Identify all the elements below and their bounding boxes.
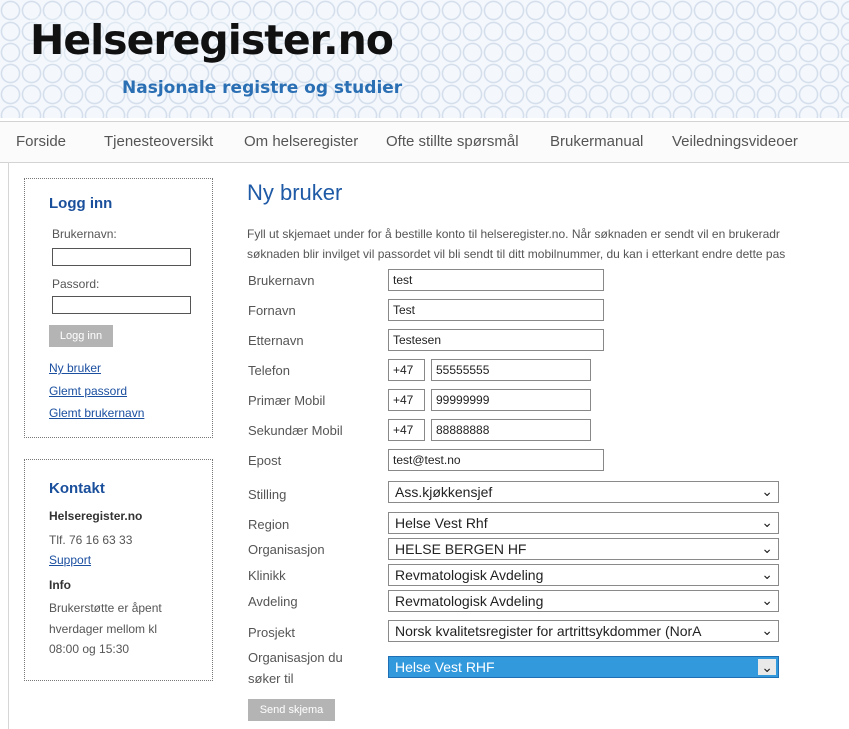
label-prosjekt: Prosjekt	[248, 625, 295, 640]
nav-item-tjenesteoversikt[interactable]: Tjenesteoversikt	[104, 133, 213, 150]
telefon-prefix-input[interactable]: +47	[388, 359, 425, 381]
intro-text: søknaden blir invilget vil passordet vil…	[247, 247, 786, 261]
label-avdeling: Avdeling	[248, 594, 298, 609]
submit-button[interactable]: Send skjema	[248, 699, 335, 721]
label-fornavn: Fornavn	[248, 303, 296, 318]
org-soker-select[interactable]: Helse Vest RHF ⌄	[388, 656, 779, 678]
avdeling-select-value: Revmatologisk Avdeling	[395, 593, 544, 609]
region-select-value: Helse Vest Rhf	[395, 515, 488, 531]
nav-item-veiledningsvideoer[interactable]: Veiledningsvideoer	[672, 133, 798, 150]
label-organisasjon: Organisasjon	[248, 542, 325, 557]
chevron-down-icon: ⌄	[761, 514, 773, 530]
region-select[interactable]: Helse Vest Rhf ⌄	[388, 512, 779, 534]
organisasjon-select-value: HELSE BERGEN HF	[395, 541, 527, 557]
nav-item-forside[interactable]: Forside	[16, 133, 66, 150]
label-org-soker: Organisasjon du	[248, 650, 343, 665]
chevron-down-icon: ⌄	[758, 659, 776, 675]
nav-item-om-helseregister[interactable]: Om helseregister	[244, 133, 358, 150]
login-box: Logg inn Brukernavn: Passord: Logg inn N…	[24, 178, 213, 438]
label-org-soker: søker til	[248, 671, 294, 686]
nav-item-brukermanual[interactable]: Brukermanual	[550, 133, 643, 150]
label-sekundaer-mobil: Sekundær Mobil	[248, 423, 343, 438]
primaer-mobil-input[interactable]: 99999999	[431, 389, 591, 411]
primaer-prefix-input[interactable]: +47	[388, 389, 425, 411]
contact-title: Kontakt	[49, 480, 105, 497]
new-user-link[interactable]: Ny bruker	[49, 361, 101, 375]
prosjekt-select[interactable]: Norsk kvalitetsregister for artrittsykdo…	[388, 620, 779, 642]
label-etternavn: Etternavn	[248, 333, 304, 348]
login-title: Logg inn	[49, 195, 113, 212]
page-title: Ny bruker	[247, 180, 343, 205]
info-line: hverdager mellom kl	[49, 622, 158, 636]
info-line: 08:00 og 15:30	[49, 642, 130, 656]
intro-text: Fyll ut skjemaet under for å bestille ko…	[247, 227, 780, 241]
site-logo[interactable]: Helseregister.no	[30, 16, 394, 64]
forgot-username-link[interactable]: Glemt brukernavn	[49, 406, 144, 420]
chevron-down-icon: ⌄	[761, 540, 773, 556]
chevron-down-icon: ⌄	[761, 483, 773, 499]
klinikk-select-value: Revmatologisk Avdeling	[395, 567, 544, 583]
organisasjon-select[interactable]: HELSE BERGEN HF ⌄	[388, 538, 779, 560]
username-input[interactable]	[52, 248, 191, 266]
label-region: Region	[248, 517, 290, 532]
brukernavn-input[interactable]: test	[388, 269, 604, 291]
sekundaer-prefix-input[interactable]: +47	[388, 419, 425, 441]
label-stilling: Stilling	[248, 487, 287, 502]
username-label: Brukernavn:	[52, 227, 117, 241]
label-primaer-mobil: Primær Mobil	[248, 393, 326, 408]
content-border	[8, 162, 9, 729]
label-epost: Epost	[248, 453, 282, 468]
main-nav: Forside Tjenesteoversikt Om helseregiste…	[0, 121, 849, 163]
stilling-select[interactable]: Ass.kjøkkensjef ⌄	[388, 481, 779, 503]
chevron-down-icon: ⌄	[761, 622, 773, 638]
nav-item-ofte-stillte[interactable]: Ofte stillte spørsmål	[386, 133, 519, 150]
contact-box: Kontakt Helseregister.no Tlf. 76 16 63 3…	[24, 459, 213, 681]
telefon-input[interactable]: 55555555	[431, 359, 591, 381]
site-header: Helseregister.no Nasjonale registre og s…	[0, 0, 849, 118]
sekundaer-mobil-input[interactable]: 88888888	[431, 419, 591, 441]
chevron-down-icon: ⌄	[761, 592, 773, 608]
contact-org: Helseregister.no	[49, 509, 143, 523]
support-link[interactable]: Support	[49, 553, 91, 567]
contact-phone: Tlf. 76 16 63 33	[49, 533, 133, 547]
label-klinikk: Klinikk	[248, 568, 286, 583]
epost-input[interactable]: test@test.no	[388, 449, 604, 471]
avdeling-select[interactable]: Revmatologisk Avdeling ⌄	[388, 590, 779, 612]
klinikk-select[interactable]: Revmatologisk Avdeling ⌄	[388, 564, 779, 586]
site-tagline: Nasjonale registre og studier	[122, 78, 403, 98]
stilling-select-value: Ass.kjøkkensjef	[395, 484, 493, 500]
password-label: Passord:	[52, 277, 100, 291]
info-title: Info	[49, 578, 71, 592]
login-button[interactable]: Logg inn	[49, 325, 113, 347]
fornavn-input[interactable]: Test	[388, 299, 604, 321]
label-brukernavn: Brukernavn	[248, 273, 315, 288]
label-telefon: Telefon	[248, 363, 290, 378]
forgot-password-link[interactable]: Glemt passord	[49, 384, 127, 398]
prosjekt-select-value: Norsk kvalitetsregister for artrittsykdo…	[395, 623, 702, 639]
chevron-down-icon: ⌄	[761, 566, 773, 582]
password-input[interactable]	[52, 296, 191, 314]
etternavn-input[interactable]: Testesen	[388, 329, 604, 351]
info-line: Brukerstøtte er åpent	[49, 601, 162, 615]
org-soker-select-value: Helse Vest RHF	[395, 659, 495, 675]
